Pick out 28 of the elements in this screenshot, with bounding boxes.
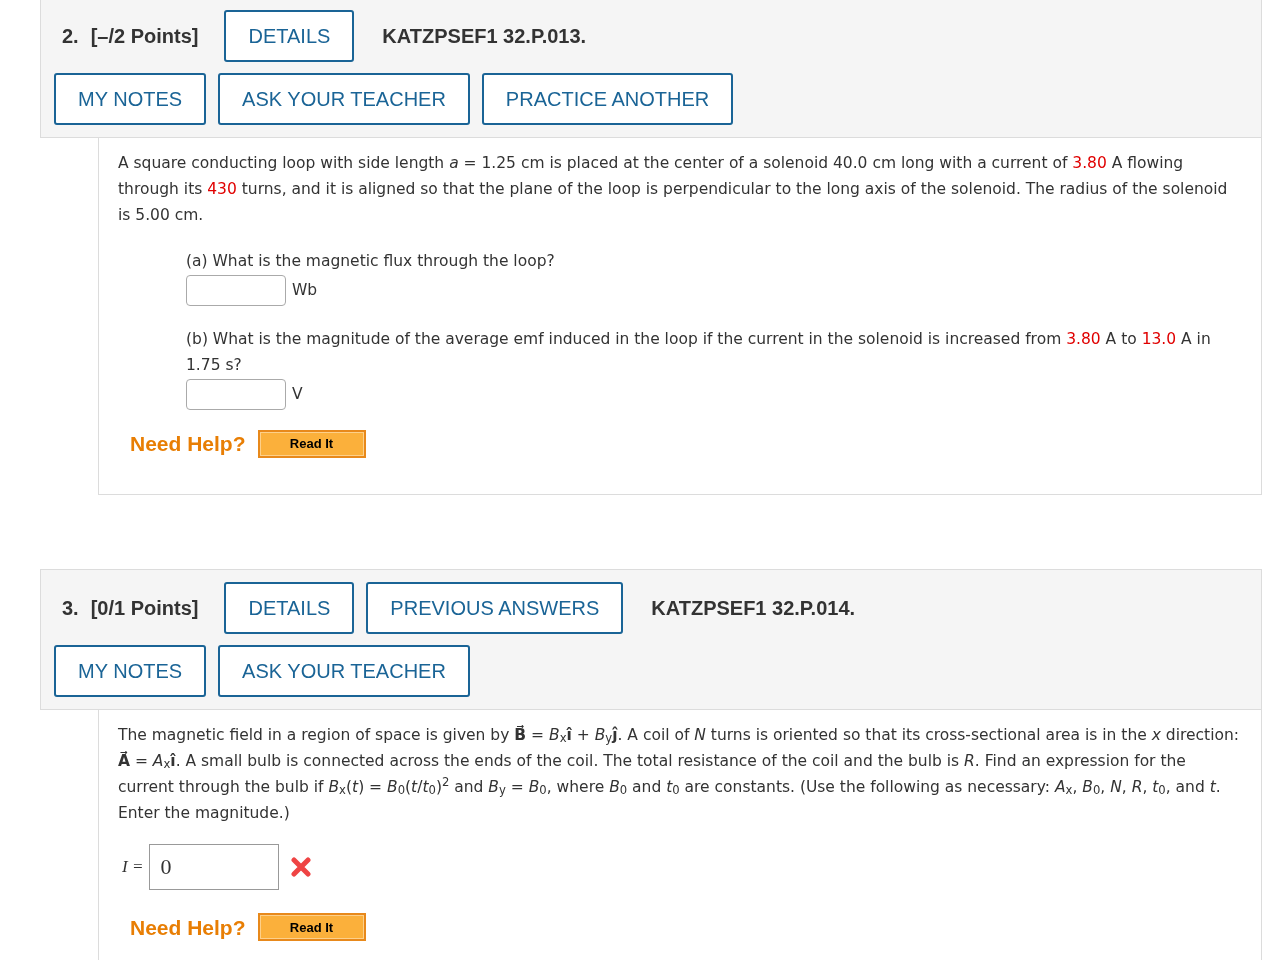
answer-field[interactable]: 0 xyxy=(149,843,280,890)
header-button[interactable]: DETAILS xyxy=(224,581,355,634)
points-label: [–/2 Points] xyxy=(90,24,199,49)
problem-number: 3. xyxy=(62,595,79,621)
tool-button[interactable]: ASK YOUR TEACHER xyxy=(218,73,470,125)
answer-field[interactable] xyxy=(186,379,286,410)
problem-statement: A square conducting loop with side length a = 1.25 cm is placed at the center of a solenoid 40.0 cm long with a current of 3.80 A flowing through its 430 turns, and it is aligned so that the plane of the loop is perpendicular to the long axis of the solenoid. The radius of the solenoid is 5.00 cm. xyxy=(118,153,1229,226)
tool-button[interactable]: PRACTICE ANOTHER xyxy=(481,73,734,125)
header-button[interactable]: DETAILS xyxy=(224,10,355,62)
answer-field[interactable] xyxy=(186,275,286,306)
problem-statement: The magnetic field in a region of space is given by B⃗ = B$_{x}$î + B$_{y}$ĵ. A coil of N turns is oriented so that its cross-sectional area is in the x direction: A⃗ = A$_{x}$î. A small bulb is connected across the ends of the coil. The total resistance of the coil and the bulb is R. Find an expression for the current through the bulb if B$_{x}$(t) = B$_{0}$(t/t$_{0}$)$^{2}$ and B$_{y}$ = B$_{0}$, where B$_{0}$ and t$_{0}$ are constants. (Use the following as necessary: A$_{x}$, B$_{0}$, N, R, t$_{0}$, and t. Enter the magnitude.) xyxy=(118,724,1240,824)
need-help-label: Need Help? xyxy=(130,914,246,941)
problem-code: KATZPSEF1 32.P.014. xyxy=(651,595,856,621)
points-label: [0/1 Points] xyxy=(90,595,199,621)
read-it-button[interactable]: Read It xyxy=(257,913,366,942)
problem-number: 2. xyxy=(62,24,79,49)
part-question: (a) What is the magnetic flux through the loop? xyxy=(186,251,556,272)
need-help-label: Need Help? xyxy=(130,431,246,457)
header-button[interactable]: PREVIOUS ANSWERS xyxy=(366,581,624,634)
tool-button[interactable]: MY NOTES xyxy=(54,73,207,125)
tool-button[interactable]: ASK YOUR TEACHER xyxy=(218,644,470,697)
unit-label: Wb xyxy=(292,279,318,301)
problem-code: KATZPSEF1 32.P.013. xyxy=(382,24,587,49)
tool-button[interactable]: MY NOTES xyxy=(54,644,207,697)
part-question: (b) What is the magnitude of the average emf induced in the loop if the current in the solenoid is increased from 3.80 A to 13.0 A in 1.75 s? xyxy=(186,329,1212,376)
unit-label: V xyxy=(292,383,303,405)
answer-label: I = xyxy=(122,855,144,878)
read-it-button[interactable]: Read It xyxy=(257,429,366,458)
